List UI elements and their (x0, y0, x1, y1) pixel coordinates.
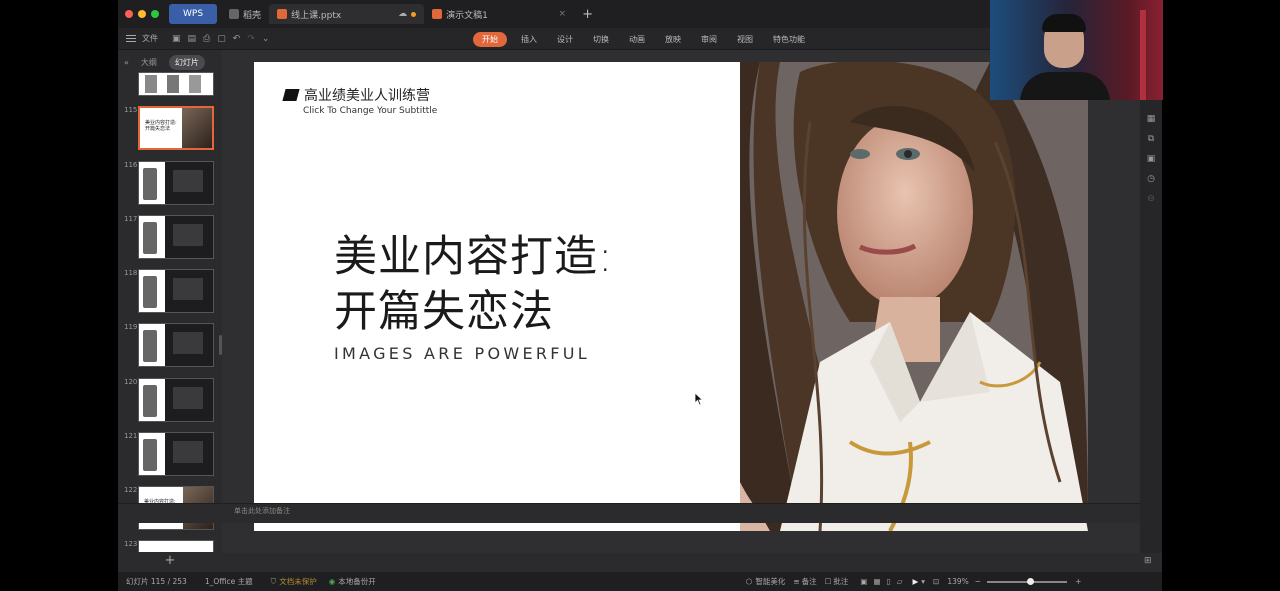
right-toolbar: ▦ ⧉ ▣ ◷ ⊖ (1140, 50, 1162, 553)
unsaved-indicator-icon (411, 11, 417, 17)
slide-subtitle[interactable]: Click To Change Your Subtittle (303, 106, 437, 116)
copy-icon[interactable]: ⧉ (1148, 134, 1154, 144)
zoom-level[interactable]: 139% (947, 577, 968, 586)
tab-transitions[interactable]: 切换 (583, 34, 619, 45)
presenter-hair (1042, 14, 1086, 32)
ribbon-tabs: 开始 插入 设计 切换 动画 放映 审阅 视图 特色功能 (473, 28, 815, 50)
heading-line-1: 美业内容打造: (334, 232, 614, 282)
zoom-slider[interactable] (987, 577, 1068, 585)
play-options-icon[interactable]: ▾ (921, 577, 925, 586)
present-view-icon[interactable]: ▱ (897, 577, 903, 586)
quick-access-toolbar: ▣ ▤ ⎙ ▢ ↶ ↷ ⌄ (172, 34, 269, 44)
comments-toggle[interactable]: 批注 (833, 576, 848, 587)
notes-placeholder: 单击此处添加备注 (234, 507, 290, 515)
tab-outline[interactable]: 大纲 (135, 55, 163, 70)
thumbnail-photo (182, 108, 212, 148)
zoom-slider-knob[interactable] (1027, 577, 1035, 585)
tab-view[interactable]: 视图 (727, 34, 763, 45)
slide-thumbnail-panel: « 大纲 幻灯片 115 美业内容打造:开篇失恋法 116 117 118 11… (118, 50, 222, 568)
tab-document-active[interactable]: 线上课.pptx ☁ (269, 4, 425, 24)
collapse-panel-icon[interactable]: « (124, 58, 129, 67)
doc-protect-status[interactable]: 文档未保护 (279, 576, 317, 587)
portrait-image (740, 62, 1088, 531)
presentation-file-icon (432, 9, 443, 19)
slide-canvas: 高业绩美业人训练营 Click To Change Your Subtittle… (222, 50, 1140, 553)
tab-special-features[interactable]: 特色功能 (763, 34, 815, 45)
tab-design[interactable]: 设计 (547, 34, 583, 45)
close-window-button[interactable] (125, 10, 133, 18)
minimize-window-button[interactable] (138, 10, 146, 18)
tab-insert[interactable]: 插入 (511, 34, 547, 45)
panel-header: « 大纲 幻灯片 (118, 50, 222, 74)
print-icon[interactable]: ⎙ (203, 34, 210, 44)
shield-icon: ⛉ (270, 576, 277, 586)
export-icon[interactable]: ▤ (188, 34, 197, 44)
play-icon[interactable]: ▶ (913, 577, 919, 586)
history-icon[interactable]: ◷ (1147, 174, 1155, 184)
slide-thumbnail-123[interactable]: 123 (122, 540, 218, 552)
preview-icon[interactable]: ▢ (217, 34, 226, 44)
redo-icon[interactable]: ↷ (247, 34, 255, 44)
sorter-view-icon[interactable]: ▦ (873, 577, 880, 586)
notes-area[interactable]: 单击此处添加备注 (118, 503, 1140, 523)
add-slide-button[interactable]: + (118, 553, 222, 573)
undo-icon[interactable]: ↶ (233, 34, 241, 44)
brand-logo-icon (282, 89, 300, 101)
slide-tagline[interactable]: IMAGES ARE POWERFUL (334, 344, 590, 363)
normal-view-icon[interactable]: ▣ (860, 577, 867, 586)
wps-home-tab[interactable]: WPS (169, 4, 218, 24)
menu-icon (126, 35, 136, 42)
comment-icon: ☐ (824, 577, 832, 586)
smart-beautify-icon: ⬡ (745, 577, 753, 586)
disabled-icon[interactable]: ⊖ (1147, 194, 1155, 204)
cloud-icon: ☁ (398, 9, 408, 19)
layout-grid-icon[interactable]: ⊞ (1144, 556, 1152, 566)
close-tab-icon[interactable]: × (559, 9, 567, 19)
theme-name[interactable]: 1_Office 主题 (205, 576, 253, 587)
notes-icon: ≡ (793, 577, 800, 586)
backup-icon: ◉ (328, 577, 336, 586)
fit-window-icon[interactable]: ⊡ (933, 577, 939, 586)
maximize-window-button[interactable] (151, 10, 159, 18)
slide-counter: 幻灯片 115 / 253 (126, 577, 187, 586)
reading-view-icon[interactable]: ▯ (887, 577, 891, 586)
tab-home[interactable]: 开始 (473, 31, 507, 47)
brand-title[interactable]: 高业绩美业人训练营 (304, 85, 430, 105)
zoom-out-icon[interactable]: − (975, 577, 981, 586)
tab-document-2[interactable]: 演示文稿1 × (424, 4, 574, 24)
grid-icon[interactable]: ▦ (1147, 114, 1156, 124)
status-bar: 幻灯片 115 / 253 1_Office 主题 ⛉ 文档未保护 ◉ 本地备份… (118, 572, 1162, 591)
window-controls (125, 10, 159, 18)
heading-line-2: 开篇失恋法 (334, 287, 554, 337)
slide-heading[interactable]: 美业内容打造: 开篇失恋法 (334, 230, 614, 340)
current-slide[interactable]: 高业绩美业人训练营 Click To Change Your Subtittle… (254, 62, 1088, 531)
file-menu[interactable]: 文件 (126, 33, 158, 44)
tab-slides[interactable]: 幻灯片 (168, 54, 205, 70)
tab-animations[interactable]: 动画 (619, 34, 655, 45)
presenter-body (1020, 72, 1110, 100)
zoom-in-icon[interactable]: + (1075, 577, 1081, 586)
tab-review[interactable]: 审阅 (691, 34, 727, 45)
image-edit-icon[interactable]: ▣ (1147, 154, 1156, 164)
tab-slideshow[interactable]: 放映 (655, 34, 691, 45)
docer-icon (229, 9, 240, 19)
presentation-file-icon (277, 9, 288, 19)
backup-status[interactable]: 本地备份开 (338, 576, 376, 587)
slide-text-area: 高业绩美业人训练营 Click To Change Your Subtittle… (254, 62, 740, 531)
mouse-cursor-icon (694, 392, 704, 406)
thumbnail-title: 美业内容打造:开篇失恋法 (145, 120, 177, 132)
slide-photo[interactable] (740, 62, 1088, 531)
smart-beautify-button[interactable]: 智能美化 (755, 576, 785, 587)
slide-thumbnail-partial[interactable] (138, 72, 214, 96)
webcam-overlay (990, 0, 1163, 100)
more-icon[interactable]: ⌄ (262, 34, 270, 44)
new-tab-button[interactable]: + (582, 7, 593, 22)
save-icon[interactable]: ▣ (172, 34, 181, 44)
notes-toggle[interactable]: 备注 (802, 576, 817, 587)
tab-docer[interactable]: 稻壳 (221, 4, 269, 24)
